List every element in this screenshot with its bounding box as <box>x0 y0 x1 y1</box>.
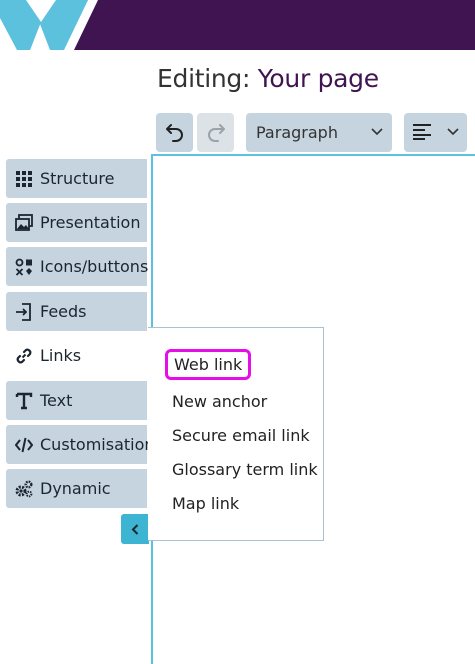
logo-mark <box>0 0 88 50</box>
sidebar-item-label: Text <box>40 391 73 410</box>
redo-icon <box>208 124 225 142</box>
undo-button[interactable] <box>156 113 193 152</box>
code-icon <box>15 437 33 453</box>
align-select[interactable] <box>404 113 467 152</box>
menu-item-glossary-term-link[interactable]: Glossary term link <box>172 460 318 479</box>
menu-item-new-anchor[interactable]: New anchor <box>172 392 267 411</box>
menu-item-map-link[interactable]: Map link <box>172 494 239 513</box>
sidebar-item-structure[interactable]: Structure <box>6 159 147 198</box>
chevron-down-icon <box>447 128 459 136</box>
block-format-select[interactable]: Paragraph <box>246 113 392 152</box>
menu-item-secure-email-link[interactable]: Secure email link <box>172 426 310 445</box>
sidebar-item-presentation[interactable]: Presentation <box>6 203 147 242</box>
chevron-left-icon <box>131 524 139 535</box>
sidebar-item-label: Feeds <box>40 302 87 321</box>
sidebar-item-text[interactable]: Text <box>6 381 147 420</box>
sidebar-item-label: Icons/buttons <box>40 257 149 276</box>
link-icon <box>16 348 32 364</box>
text-icon <box>15 392 33 410</box>
align-left-icon <box>413 124 431 140</box>
grid-icon <box>16 171 32 187</box>
collapse-sidebar-button[interactable] <box>121 514 149 544</box>
brand-bar <box>74 0 475 50</box>
sidebar-item-links[interactable]: Links <box>6 336 156 375</box>
menu-item-web-link[interactable]: Web link <box>165 349 252 380</box>
sidebar-item-label: Dynamic <box>40 479 111 498</box>
icons-buttons-icon <box>15 258 32 276</box>
sidebar-item-label: Presentation <box>40 213 141 232</box>
sidebar-item-label: Structure <box>40 169 115 188</box>
images-icon <box>15 214 33 231</box>
sidebar-item-dynamic[interactable]: Dynamic <box>6 469 147 508</box>
redo-button[interactable] <box>197 113 234 152</box>
chevron-down-icon <box>371 128 383 136</box>
sidebar-item-customisation[interactable]: Customisation <box>6 425 155 464</box>
sidebar-item-label: Customisation <box>40 435 155 454</box>
page-title: Editing: Your page <box>157 64 379 93</box>
page-title-prefix: Editing: <box>157 64 251 93</box>
page-title-name: Your page <box>257 64 379 93</box>
sidebar-item-label: Links <box>40 346 82 365</box>
links-menu: Web link New anchor Secure email link Gl… <box>148 327 324 541</box>
cogs-icon <box>15 480 33 498</box>
undo-icon <box>166 124 183 142</box>
feed-import-icon <box>16 303 31 321</box>
sidebar-item-feeds[interactable]: Feeds <box>6 292 147 331</box>
block-format-value: Paragraph <box>256 123 338 142</box>
sidebar-item-icons-buttons[interactable]: Icons/buttons <box>6 247 149 286</box>
